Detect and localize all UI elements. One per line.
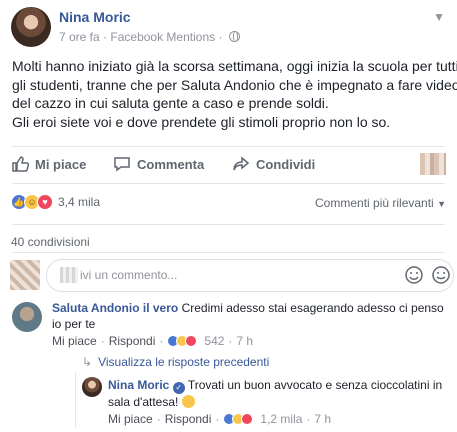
thumbs-up-icon: [12, 156, 29, 172]
comment-author[interactable]: Saluta Andonio il vero: [52, 301, 178, 315]
blurred-text: [60, 267, 78, 283]
comment-reactions[interactable]: [167, 335, 198, 347]
like-button[interactable]: Mi piace: [11, 155, 86, 173]
reply-text: Trovati un buon avvocato e senza cioccol…: [187, 378, 443, 392]
share-icon: [233, 156, 250, 171]
reply-reaction-count: 1,2 mila: [260, 412, 303, 426]
comment-like-link[interactable]: Mi piace: [52, 334, 97, 348]
post-author[interactable]: Nina Moric: [59, 9, 131, 25]
blurred-avatar[interactable]: [420, 153, 446, 175]
meta-separator: ·: [228, 334, 233, 348]
meta-separator: ·: [218, 30, 226, 44]
post-time[interactable]: 7 ore fa: [59, 30, 100, 44]
reactions-count: 3,4 mila: [58, 195, 101, 209]
author-avatar[interactable]: [11, 7, 51, 47]
emoji-icon: [181, 395, 195, 408]
comment-label: Commenta: [137, 156, 205, 172]
divider: [12, 224, 445, 225]
reply-author[interactable]: Nina Moric: [108, 378, 169, 392]
meta-separator: ·: [306, 412, 311, 426]
commenter-avatar[interactable]: [12, 302, 42, 332]
reply-thread-line: [75, 372, 76, 428]
love-reaction-icon: [185, 335, 198, 347]
meta-separator: ·: [215, 412, 220, 426]
reply-meta: Mi piace · Rispondi · 1,2 mila · 7 h: [108, 412, 331, 426]
comment-reaction-count: 542: [204, 334, 225, 348]
sticker-icon[interactable]: [431, 265, 451, 285]
reply-body: Nina Moric ✓ Trovati un buon avvocato e …: [108, 377, 448, 410]
love-reaction-icon: [241, 413, 254, 425]
comment-time[interactable]: 7 h: [236, 334, 253, 348]
divider: [12, 146, 445, 147]
share-button[interactable]: Condividi: [232, 155, 315, 173]
globe-icon: [228, 31, 240, 42]
comment-meta: Mi piace · Rispondi · 542 · 7 h: [52, 334, 253, 348]
user-avatar: [10, 260, 40, 290]
shares-count[interactable]: 40 condivisioni: [11, 235, 90, 249]
comment-text-continued: io per te: [52, 317, 96, 331]
comment-body: Saluta Andonio il vero Credimi adesso st…: [52, 300, 452, 332]
meta-separator: ·: [159, 334, 164, 348]
reactions-summary[interactable]: 👍 ☺ ♥ 3,4 mila: [11, 194, 100, 210]
sort-label: Commenti più rilevanti: [315, 196, 434, 210]
love-reaction-icon: ♥: [37, 194, 53, 210]
comments-sort-dropdown[interactable]: Commenti più rilevanti ▼: [315, 196, 446, 210]
comment-placeholder: ivi un commento...: [80, 268, 178, 282]
view-replies-label: Visualizza le risposte precedenti: [98, 355, 270, 369]
comment-icon: [114, 157, 130, 172]
reply-time[interactable]: 7 h: [314, 412, 331, 426]
chevron-down-icon[interactable]: ▼: [433, 10, 445, 24]
emoji-icon[interactable]: [404, 265, 424, 285]
comment-button[interactable]: Commenta: [113, 155, 204, 173]
reply-like-link[interactable]: Mi piace: [108, 412, 153, 426]
comment-text: Credimi adesso stai esagerando adesso ci…: [181, 301, 444, 315]
verified-badge-icon: ✓: [172, 382, 185, 394]
divider: [12, 252, 445, 253]
reply-reactions[interactable]: [223, 413, 254, 425]
post-meta: 7 ore fa · Facebook Mentions ·: [59, 30, 240, 44]
chevron-down-icon: ▼: [437, 199, 446, 209]
comment-reply-link[interactable]: Rispondi: [109, 334, 156, 348]
post-text: Molti hanno iniziato già la scorsa setti…: [12, 58, 457, 130]
reply-reply-link[interactable]: Rispondi: [165, 412, 212, 426]
meta-separator: ·: [156, 412, 161, 426]
reply-author-avatar[interactable]: [82, 377, 102, 397]
post-source[interactable]: Facebook Mentions: [110, 30, 215, 44]
reply-arrow-icon: ↳: [82, 355, 93, 369]
reply-text-continued: sala d'attesa!: [108, 395, 179, 409]
divider: [12, 183, 445, 184]
view-previous-replies[interactable]: ↳ Visualizza le risposte precedenti: [82, 355, 269, 369]
share-label: Condividi: [256, 156, 316, 172]
like-label: Mi piace: [35, 156, 87, 172]
meta-separator: ·: [100, 334, 105, 348]
